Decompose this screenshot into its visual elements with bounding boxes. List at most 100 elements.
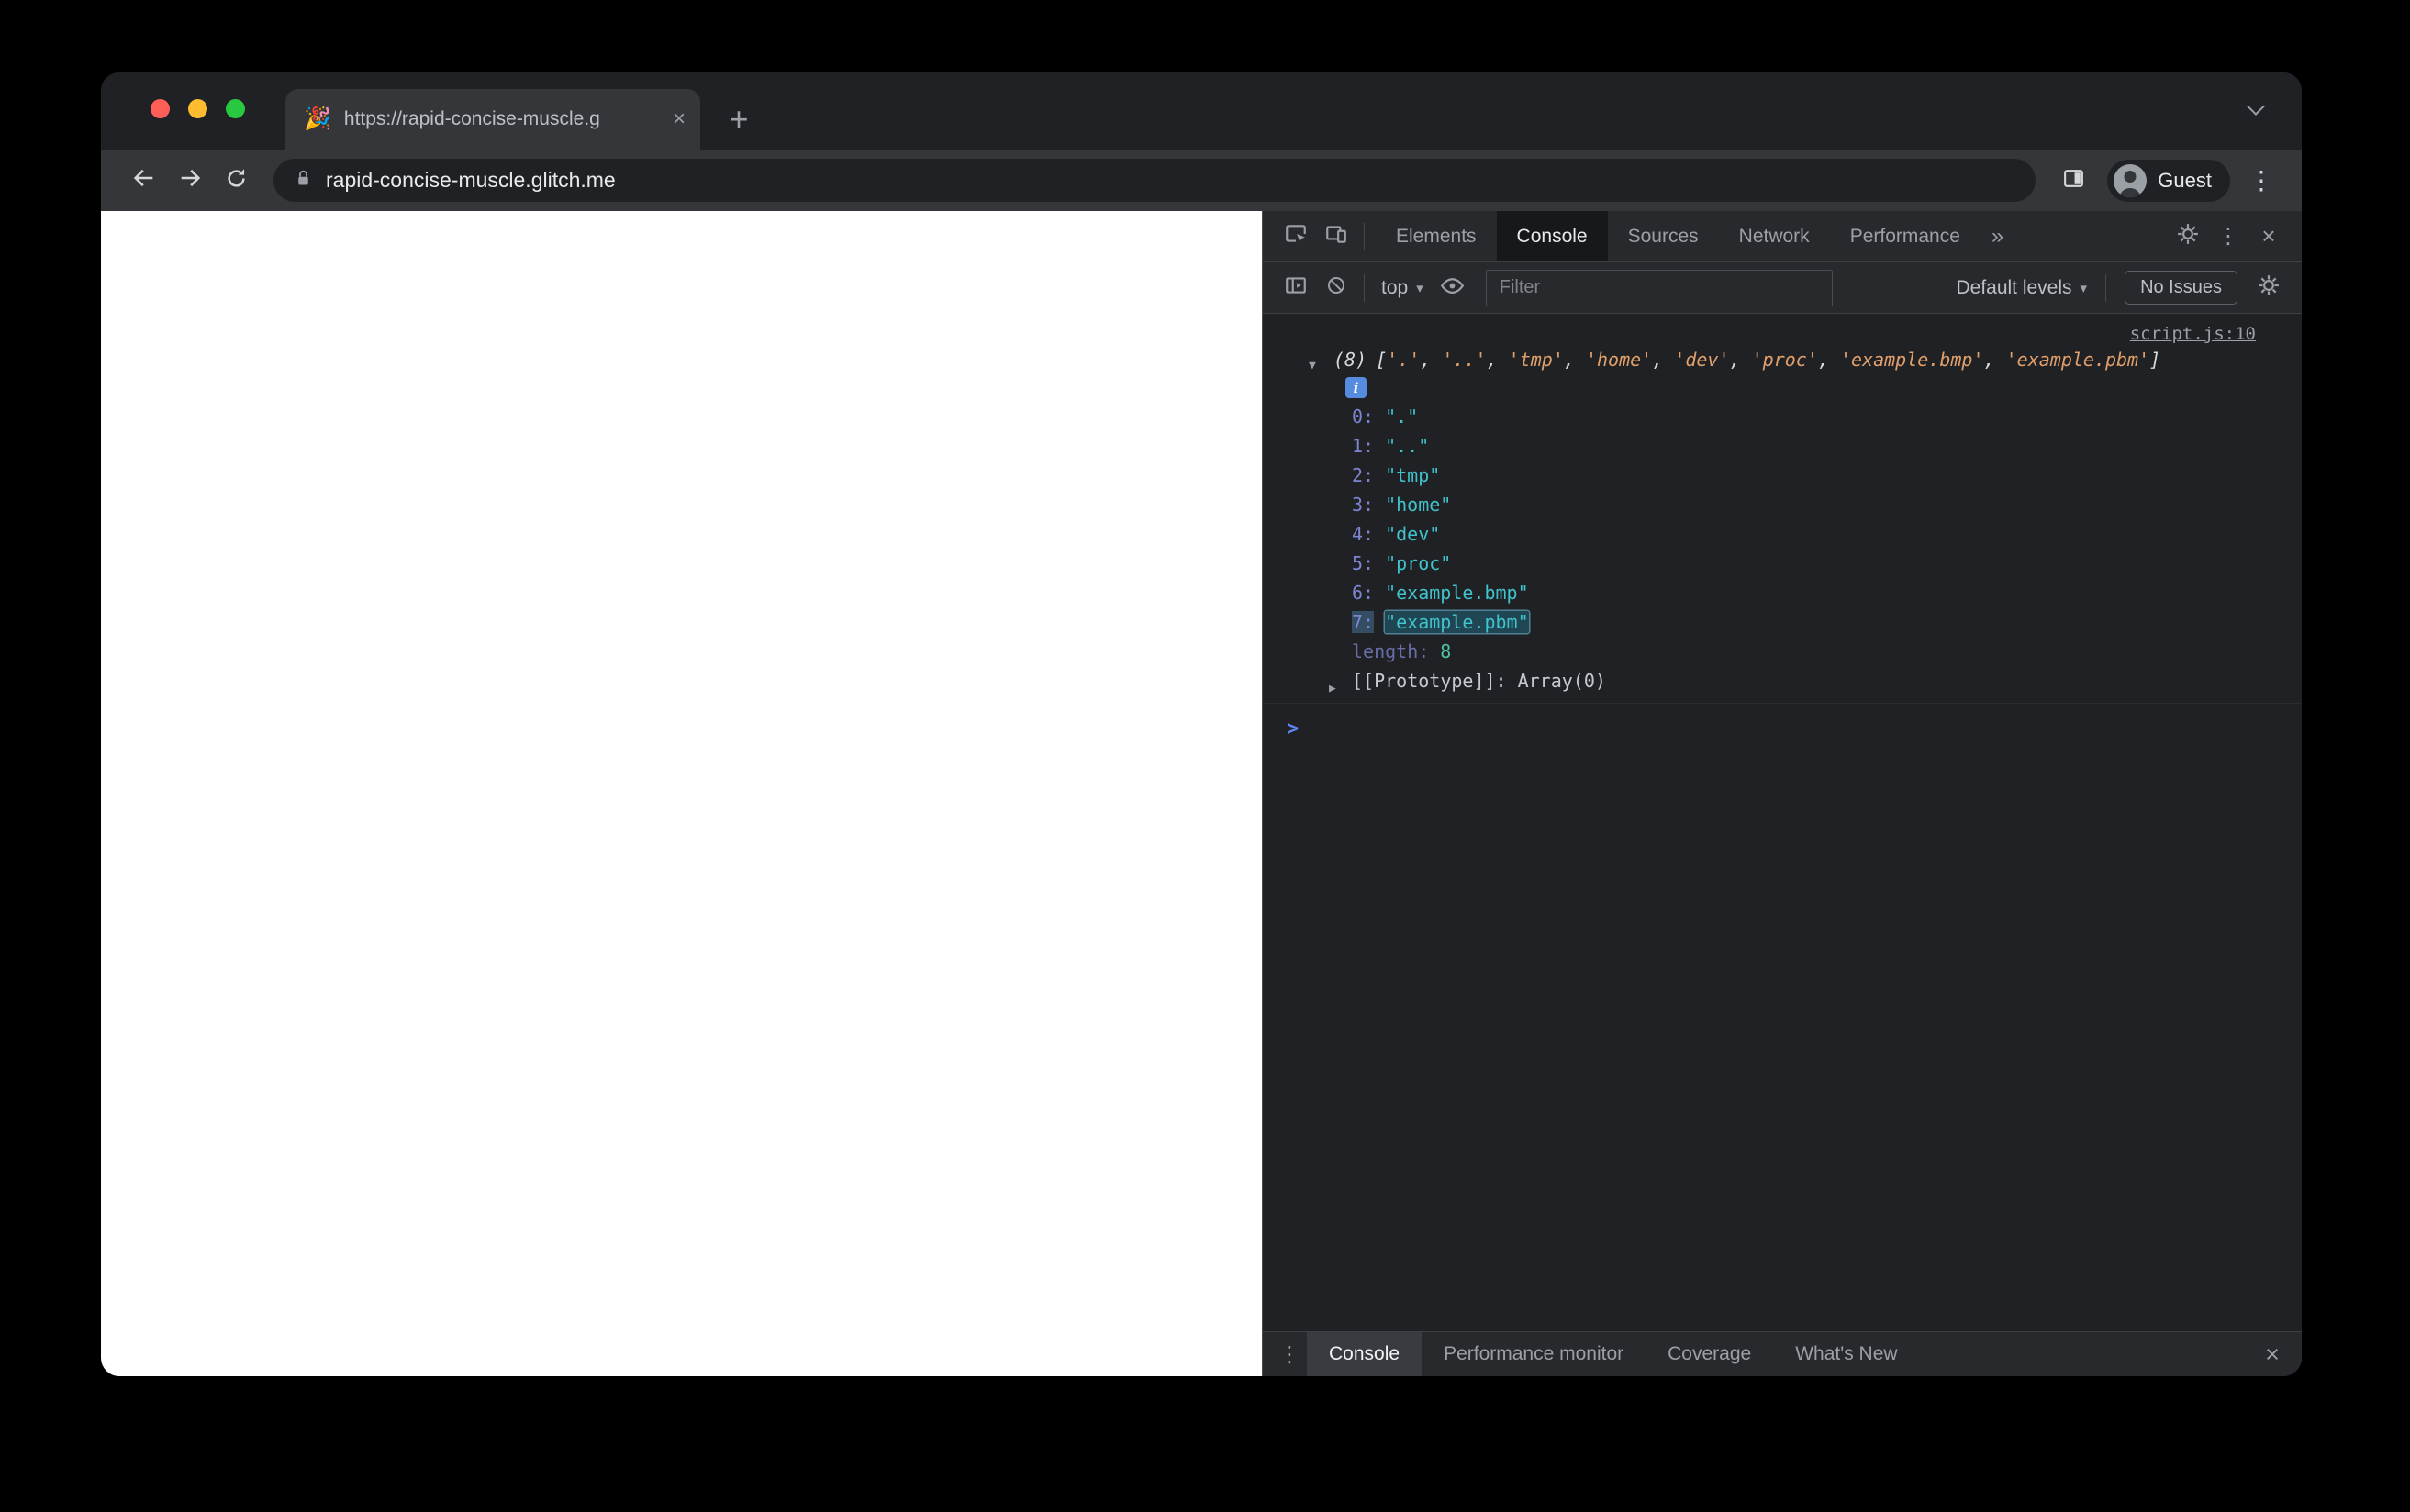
content-area: Elements Console Sources Network Performance… (101, 211, 2302, 1376)
side-panel-icon (2061, 167, 2086, 195)
forward-icon (177, 165, 203, 195)
disclosure-triangle-open-icon[interactable]: ▼ (1309, 352, 1316, 380)
disclosure-triangle-closed-icon[interactable]: ▶ (1329, 674, 1336, 704)
live-expression-button[interactable] (1433, 268, 1473, 308)
url-text: rapid-concise-muscle.glitch.me (326, 168, 616, 192)
navigation-bar: rapid-concise-muscle.glitch.me Guest ⋮ (101, 150, 2302, 211)
toolbar-divider (1364, 222, 1365, 250)
console-array-entry-4[interactable]: 4: "dev" (1263, 519, 2302, 549)
issues-button[interactable]: No Issues (2125, 271, 2237, 305)
devtools-settings-button[interactable] (2168, 217, 2208, 257)
console-array-entry-7[interactable]: 7: "example.pbm" (1263, 607, 2302, 637)
console-array-entry-5[interactable]: 5: "proc" (1263, 549, 2302, 578)
levels-label: Default levels (1956, 276, 2072, 298)
more-tabs-button[interactable]: » (1980, 224, 2014, 250)
drawer-tab-what-s-new[interactable]: What's New (1773, 1332, 1919, 1376)
console-output: script.js:10 ▼ (8) ['.', '..', 'tmp', 'ho… (1263, 314, 2302, 1331)
console-prompt[interactable]: > (1263, 704, 2302, 743)
gear-icon (2176, 222, 2200, 250)
console-sidebar-button[interactable] (1276, 268, 1316, 308)
devtools-menu-button[interactable]: ⋮ (2208, 217, 2248, 257)
inspect-element-button[interactable] (1276, 217, 1316, 257)
log-levels-dropdown[interactable]: Default levels ▾ (1945, 277, 2098, 299)
prototype-entry[interactable]: ▶ [[Prototype]]: Array(0) (1263, 666, 2302, 695)
array-preview-row[interactable]: ▼ (8) ['.', '..', 'tmp', 'home', 'dev', '… (1263, 346, 2302, 373)
profile-button[interactable]: Guest (2107, 159, 2230, 202)
close-icon: × (2261, 222, 2276, 250)
drawer-tab-console[interactable]: Console (1307, 1332, 1423, 1376)
drawer-tabs: Console Performance monitor Coverage What's… (1307, 1332, 1920, 1376)
array-entries: 0: "." 1: ".." 2: "tmp" 3: "home" 4: "dev" 5: "proc… (1263, 402, 2302, 637)
preview-string: 'proc' (1751, 349, 1818, 371)
preview-string: '.' (1387, 349, 1421, 371)
clear-console-icon (1325, 274, 1347, 301)
preview-string: 'example.pbm' (2005, 349, 2150, 371)
array-length-badge: (8) (1333, 349, 1367, 371)
tab-close-icon[interactable]: × (673, 108, 686, 130)
preview-string: 'tmp' (1508, 349, 1564, 371)
devtools-drawer: ⋮ Console Performance monitor Coverage What… (1263, 1331, 2302, 1376)
prompt-chevron-icon: > (1287, 717, 1300, 740)
context-label: top (1381, 276, 1409, 298)
reload-button[interactable] (215, 160, 257, 202)
profile-name: Guest (2158, 168, 2212, 192)
devtools-tabs: Elements Console Sources Network Performance (1376, 211, 1980, 261)
address-bar[interactable]: rapid-concise-muscle.glitch.me (273, 159, 2036, 202)
toolbar-divider (2105, 273, 2107, 302)
guest-avatar-icon (2114, 163, 2148, 197)
preview-string: 'dev' (1674, 349, 1730, 371)
drawer-tab-coverage[interactable]: Coverage (1646, 1332, 1773, 1376)
chevron-down-icon: ▾ (1416, 280, 1423, 296)
page-content (101, 211, 1262, 1376)
console-array-entry-0[interactable]: 0: "." (1263, 402, 2302, 431)
side-panel-button[interactable] (2052, 160, 2094, 202)
filter-input[interactable] (1485, 269, 1833, 306)
preview-string: 'home' (1585, 349, 1653, 371)
kebab-menu-icon: ⋮ (1278, 1341, 1300, 1367)
source-link[interactable]: script.js:10 (2130, 324, 2256, 344)
plus-icon: + (729, 100, 749, 138)
console-sidebar-icon (1284, 273, 1308, 302)
kebab-menu-icon: ⋮ (2217, 224, 2239, 249)
clear-console-button[interactable] (1316, 268, 1356, 308)
new-tab-button[interactable]: + (720, 100, 757, 138)
info-icon[interactable]: i (1345, 377, 1367, 398)
console-array-entry-6[interactable]: 6: "example.bmp" (1263, 578, 2302, 607)
devtools-tab-sources[interactable]: Sources (1608, 211, 1719, 261)
drawer-tab-performance-monitor[interactable]: Performance monitor (1422, 1332, 1646, 1376)
console-array-entry-1[interactable]: 1: ".." (1263, 431, 2302, 461)
traffic-light-minimize-button[interactable] (188, 99, 207, 118)
devtools-close-button[interactable]: × (2248, 217, 2289, 257)
devtools-main-toolbar: Elements Console Sources Network Performance… (1263, 211, 2302, 262)
devtools-tab-network[interactable]: Network (1719, 211, 1830, 261)
traffic-light-zoom-button[interactable] (226, 99, 245, 118)
forward-button[interactable] (169, 160, 211, 202)
traffic-light-close-button[interactable] (151, 99, 170, 118)
drawer-menu-button[interactable]: ⋮ (1272, 1341, 1307, 1368)
devtools-tab-elements[interactable]: Elements (1376, 211, 1497, 261)
tab-strip: 🎉 https://rapid-concise-muscle.g × + (101, 72, 2302, 150)
tab-favicon-icon: 🎉 (304, 106, 331, 131)
more-tabs-icon: » (1991, 223, 2004, 249)
back-button[interactable] (123, 160, 165, 202)
tab-search-chevron-icon[interactable] (2247, 98, 2265, 117)
context-selector[interactable]: top ▾ (1372, 277, 1433, 299)
device-toolbar-button[interactable] (1316, 217, 1356, 257)
preview-string: '..' (1442, 349, 1487, 371)
console-settings-button[interactable] (2248, 268, 2289, 308)
device-toolbar-icon (1324, 222, 1348, 250)
console-array-entry-2[interactable]: 2: "tmp" (1263, 461, 2302, 490)
devtools-tab-console[interactable]: Console (1496, 211, 1608, 261)
console-log-message: script.js:10 ▼ (8) ['.', '..', 'tmp', 'ho… (1263, 314, 2302, 704)
devtools-tab-performance[interactable]: Performance (1830, 211, 1980, 261)
browser-tab[interactable]: 🎉 https://rapid-concise-muscle.g × (285, 89, 700, 150)
reload-icon (224, 166, 249, 195)
browser-menu-button[interactable]: ⋮ (2243, 165, 2280, 195)
preview-string: 'example.bmp' (1839, 349, 1984, 371)
lock-icon[interactable] (294, 167, 313, 195)
window-controls (151, 99, 245, 118)
tab-title: https://rapid-concise-muscle.g (343, 108, 600, 129)
drawer-close-button[interactable]: × (2252, 1340, 2293, 1369)
array-preview-items: '.', '..', 'tmp', 'home', 'dev', 'proc',… (1387, 349, 2150, 371)
console-array-entry-3[interactable]: 3: "home" (1263, 490, 2302, 519)
